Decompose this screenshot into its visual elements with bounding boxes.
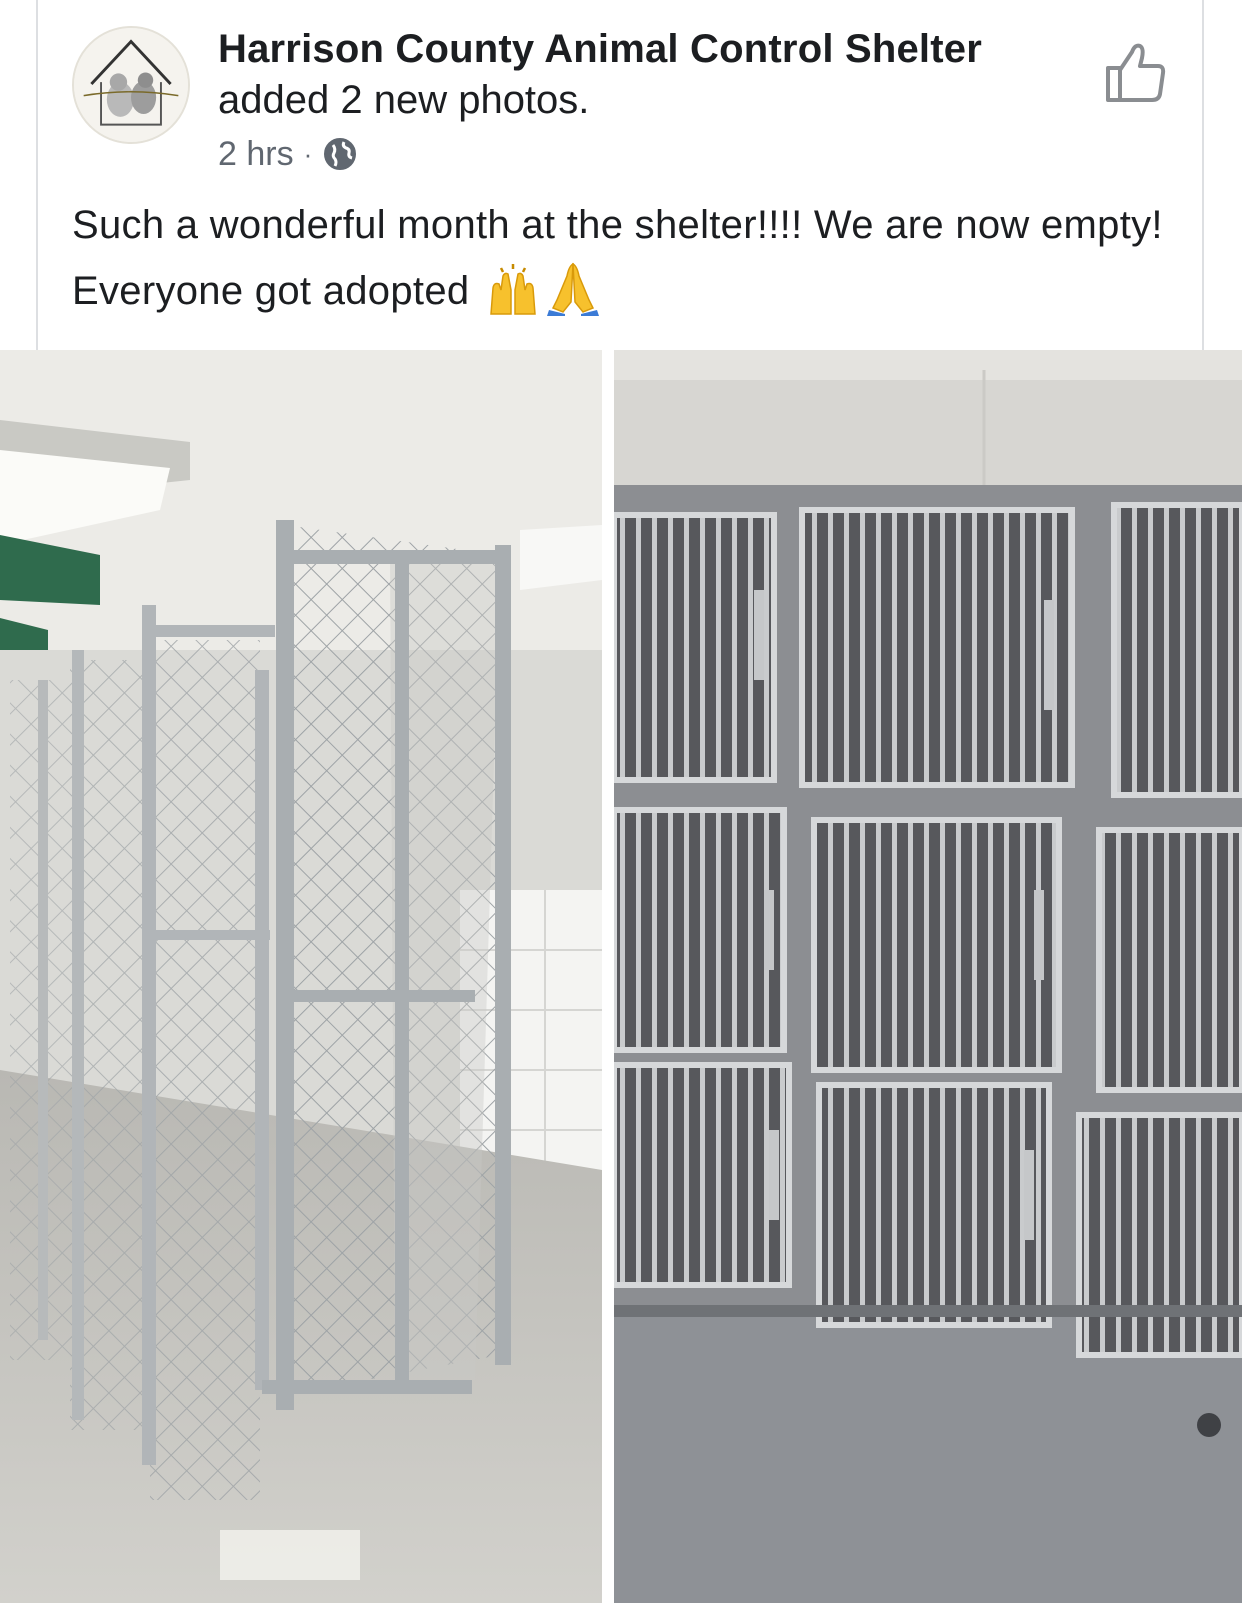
page-name-link[interactable]: Harrison County Animal Control Shelter — [218, 24, 1078, 74]
photo-kennels[interactable] — [0, 350, 602, 1603]
post-body: Such a wonderful month at the shelter!!!… — [72, 192, 1172, 324]
post-timestamp[interactable]: 2 hrs — [218, 134, 294, 174]
globe-icon[interactable] — [322, 136, 358, 172]
post-body-text: Such a wonderful month at the shelter!!!… — [72, 203, 1163, 313]
thumbs-up-icon[interactable] — [1100, 38, 1170, 108]
meta-separator: · — [303, 139, 313, 169]
post-card: Harrison County Animal Control Shelter a… — [36, 0, 1204, 356]
post-meta: 2 hrs · — [218, 134, 1078, 174]
page-avatar[interactable] — [72, 26, 190, 144]
cages-image — [614, 350, 1242, 1603]
kennels-image — [0, 350, 602, 1603]
post-header: Harrison County Animal Control Shelter a… — [218, 24, 1078, 174]
folded-hands-emoji — [546, 262, 599, 316]
post-action-text: added 2 new photos. — [218, 78, 590, 122]
shelter-logo — [74, 28, 188, 142]
raising-hands-emoji — [490, 264, 536, 315]
photo-cages[interactable] — [614, 350, 1242, 1603]
